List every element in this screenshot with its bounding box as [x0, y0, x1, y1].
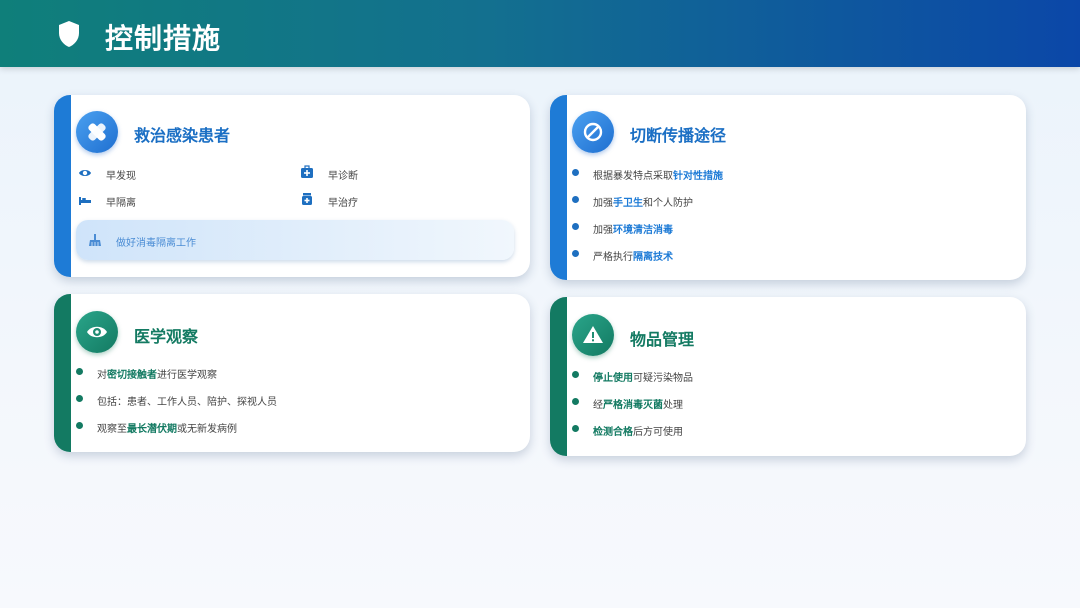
item-early-treatment: 早治疗: [328, 198, 358, 209]
ban-icon: [583, 122, 603, 142]
card-title: 切断传播途径: [630, 126, 727, 145]
bullet-dot: [572, 169, 579, 176]
card-title: 物品管理: [630, 330, 695, 349]
bullet-item: 严格执行隔离技术: [593, 252, 673, 263]
eye-icon: [79, 170, 91, 176]
bullet-dot: [572, 196, 579, 203]
bullet-item: 加强手卫生和个人防护: [593, 198, 693, 209]
bullet-item: 加强环境清洁消毒: [593, 225, 673, 236]
shield-icon: [59, 21, 79, 47]
bullet-dot: [76, 368, 83, 375]
bullet-item: 根据暴发特点采取针对性措施: [593, 171, 723, 182]
medical-kit-icon: [301, 165, 313, 178]
card-accent-bar: [550, 95, 567, 280]
bullet-dot: [572, 425, 579, 432]
bullet-dot: [76, 422, 83, 429]
card-goods-management: 物品管理 停止使用可疑污染物品 经严格消毒灭菌处理 检测合格后方可使用: [550, 297, 1026, 456]
bullet-dot: [572, 250, 579, 257]
card-medical-observation: 医学观察 对密切接触者进行医学观察 包括：患者、工作人员、陪护、探视人员 观察至…: [54, 294, 530, 452]
item-early-isolation: 早隔离: [106, 198, 136, 209]
card-accent-bar: [54, 294, 71, 452]
item-early-diagnosis: 早诊断: [328, 171, 358, 182]
highlight-pill: 做好消毒隔离工作: [76, 220, 514, 260]
medicine-bottle-icon: [302, 193, 312, 205]
card-title: 救治感染患者: [134, 126, 231, 145]
page-title: 控制措施: [105, 22, 222, 55]
highlight-text: 做好消毒隔离工作: [116, 238, 196, 249]
bullet-item: 经严格消毒灭菌处理: [593, 400, 683, 411]
bullet-dot: [572, 223, 579, 230]
card-icon-circle: [572, 111, 614, 153]
broom-icon: [89, 234, 101, 246]
card-accent-bar: [550, 297, 567, 456]
bullet-item: 对密切接触者进行医学观察: [97, 370, 217, 381]
card-treat-patients: 救治感染患者 早发现 早诊断 早隔离 早治疗 做好消毒隔离工作: [54, 95, 530, 277]
card-icon-circle: [76, 311, 118, 353]
bandage-icon: [88, 123, 106, 141]
card-accent-bar: [54, 95, 71, 277]
bullet-dot: [572, 371, 579, 378]
bullet-item: 包括：患者、工作人员、陪护、探视人员: [97, 397, 277, 408]
card-title: 医学观察: [134, 327, 199, 346]
eye-icon: [87, 326, 107, 338]
card-icon-circle: [76, 111, 118, 153]
card-cut-transmission: 切断传播途径 根据暴发特点采取针对性措施 加强手卫生和个人防护 加强环境清洁消毒…: [550, 95, 1026, 280]
bullet-dot: [76, 395, 83, 402]
header-bar: 控制措施: [0, 0, 1080, 67]
bullet-item: 检测合格后方可使用: [593, 427, 683, 438]
bullet-item: 停止使用可疑污染物品: [593, 373, 693, 384]
bullet-item: 观察至最长潜伏期或无新发病例: [97, 424, 237, 435]
bed-icon: [79, 197, 91, 205]
warning-icon: [583, 326, 603, 343]
card-icon-circle: [572, 314, 614, 356]
bullet-dot: [572, 398, 579, 405]
item-early-detection: 早发现: [106, 171, 136, 182]
